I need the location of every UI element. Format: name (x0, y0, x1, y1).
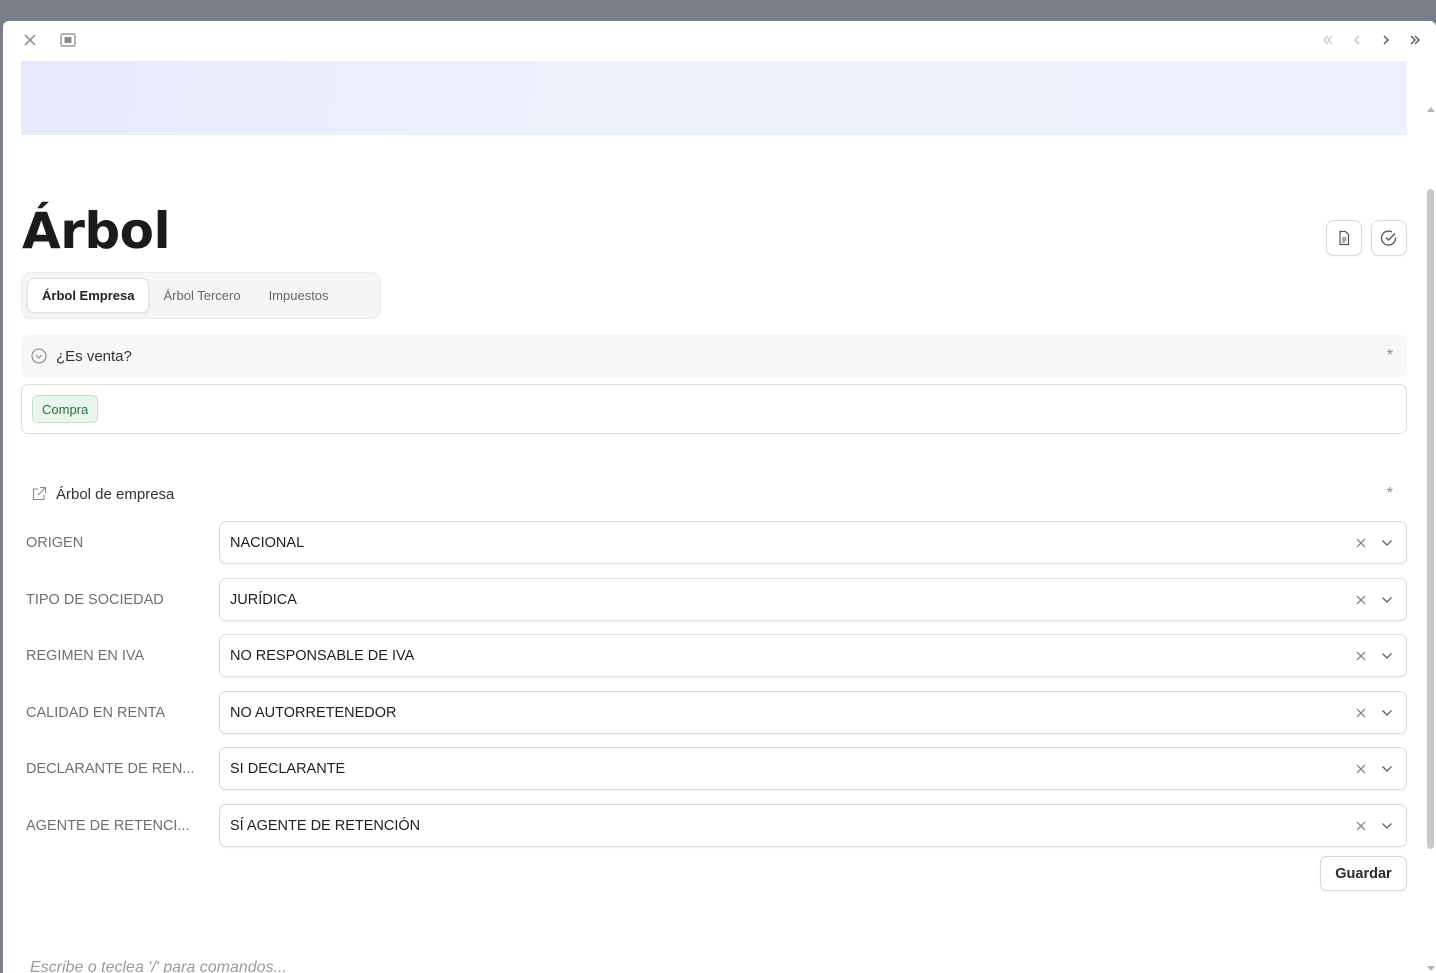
tab-bar: Árbol Empresa Árbol Tercero Impuestos (21, 272, 381, 319)
page-cover (21, 61, 1407, 135)
modal-toolbar (3, 21, 1436, 59)
page-title: Árbol (22, 202, 171, 260)
close-icon[interactable] (19, 29, 41, 51)
field-label: REGIMEN EN IVA (26, 647, 145, 664)
page-modal: Árbol Árbol Empresa Árbol Tercero Impues… (3, 21, 1436, 973)
agente-retencion-select[interactable]: SÍ AGENTE DE RETENCIÓN (219, 804, 1407, 847)
prev-page-icon[interactable] (1346, 29, 1368, 51)
chevron-down-icon[interactable] (1378, 591, 1396, 609)
check-button[interactable] (1371, 220, 1407, 256)
tab-arbol-empresa[interactable]: Árbol Empresa (27, 278, 150, 313)
clear-icon[interactable] (1352, 591, 1370, 609)
field-value: NO AUTORRETENEDOR (230, 704, 397, 721)
chevron-down-icon[interactable] (1378, 817, 1396, 835)
fullscreen-icon[interactable] (57, 29, 79, 51)
field-value: NO RESPONSABLE DE IVA (230, 647, 415, 664)
field-regimen-iva: REGIMEN EN IVA NO RESPONSABLE DE IVA (21, 634, 1407, 677)
field-label: ORIGEN (26, 534, 84, 551)
chevron-down-icon[interactable] (1378, 647, 1396, 665)
first-page-icon[interactable] (1317, 29, 1339, 51)
field-value: JURÍDICA (230, 591, 297, 608)
editor-placeholder[interactable]: Escribe o teclea '/' para comandos... (30, 959, 287, 973)
check-circle-icon (1380, 230, 1397, 246)
clear-icon[interactable] (1352, 647, 1370, 665)
header-actions (1326, 220, 1407, 256)
tab-impuestos[interactable]: Impuestos (255, 278, 343, 313)
scroll-down-icon[interactable] (1427, 966, 1435, 971)
field-origen: ORIGEN NACIONAL (21, 521, 1407, 564)
scrollbar[interactable] (1426, 61, 1436, 973)
document-button[interactable] (1326, 220, 1362, 256)
scrollbar-thumb[interactable] (1427, 189, 1434, 849)
clear-icon[interactable] (1352, 534, 1370, 552)
field-value: SÍ AGENTE DE RETENCIÓN (230, 817, 421, 834)
next-page-icon[interactable] (1375, 29, 1397, 51)
clear-icon[interactable] (1352, 760, 1370, 778)
clear-icon[interactable] (1352, 817, 1370, 835)
chevron-down-icon[interactable] (1378, 534, 1396, 552)
field-calidad-renta: CALIDAD EN RENTA NO AUTORRETENEDOR (21, 691, 1407, 734)
last-page-icon[interactable] (1404, 29, 1426, 51)
tipo-sociedad-select[interactable]: JURÍDICA (219, 578, 1407, 621)
required-asterisk: * (1386, 485, 1393, 502)
chevron-down-icon[interactable] (1378, 760, 1396, 778)
declarante-renta-select[interactable]: SI DECLARANTE (219, 747, 1407, 790)
external-link-icon[interactable] (31, 486, 47, 502)
field-agente-retencion: AGENTE DE RETENCI... SÍ AGENTE DE RETENC… (21, 804, 1407, 847)
field-label: DECLARANTE DE REN... (26, 760, 195, 777)
field-value: NACIONAL (230, 534, 305, 551)
regimen-iva-select[interactable]: NO RESPONSABLE DE IVA (219, 634, 1407, 677)
field-label: TIPO DE SOCIEDAD (26, 591, 164, 608)
chevron-circle-icon (31, 348, 47, 364)
origen-select[interactable]: NACIONAL (219, 521, 1407, 564)
scroll-up-icon[interactable] (1427, 107, 1435, 112)
field-value: SI DECLARANTE (230, 760, 346, 777)
document-icon (1339, 230, 1350, 246)
option-chip[interactable]: Compra (32, 395, 99, 423)
es-venta-select[interactable]: Compra (21, 384, 1407, 434)
chevron-down-icon[interactable] (1378, 704, 1396, 722)
calidad-renta-select[interactable]: NO AUTORRETENEDOR (219, 691, 1407, 734)
section-es-venta[interactable]: ¿Es venta? * (21, 335, 1407, 377)
field-label: AGENTE DE RETENCI... (26, 817, 190, 834)
save-button[interactable]: Guardar (1320, 856, 1407, 891)
section-arbol-empresa: Árbol de empresa * (21, 473, 1407, 515)
section-title: Árbol de empresa (56, 485, 175, 503)
required-asterisk: * (1386, 347, 1393, 364)
field-label: CALIDAD EN RENTA (26, 704, 166, 721)
field-tipo-sociedad: TIPO DE SOCIEDAD JURÍDICA (21, 578, 1407, 621)
tab-arbol-tercero[interactable]: Árbol Tercero (149, 278, 254, 313)
section-title: ¿Es venta? (56, 347, 132, 365)
clear-icon[interactable] (1352, 704, 1370, 722)
field-declarante-renta: DECLARANTE DE REN... SI DECLARANTE (21, 747, 1407, 790)
